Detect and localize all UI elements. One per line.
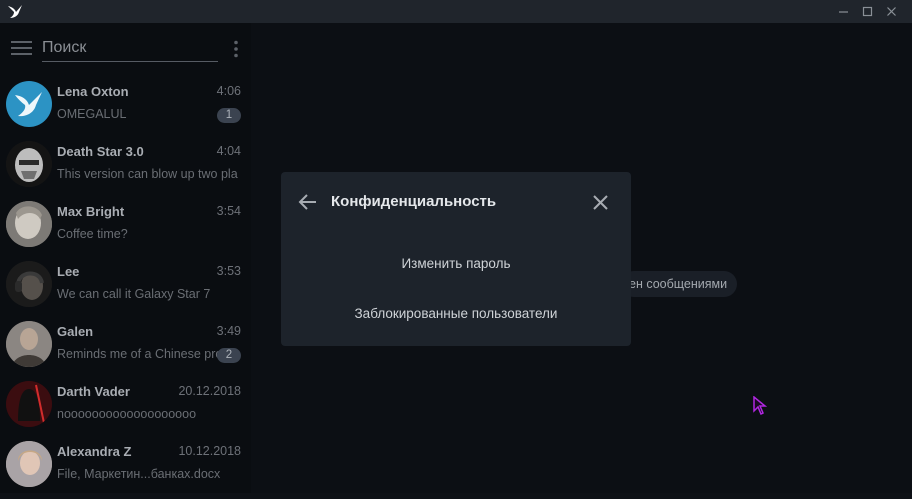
statue-icon	[6, 201, 52, 247]
chat-time: 3:49	[216, 324, 241, 338]
chat-name: Alexandra Z	[57, 444, 132, 459]
chat-preview: Reminds me of a Chinese pro	[57, 347, 223, 361]
man-avatar	[6, 321, 52, 367]
chat-time: 3:53	[216, 264, 241, 278]
dialog-title: Конфиденциальность	[331, 193, 497, 210]
chat-time: 3:54	[216, 204, 241, 218]
privacy-dialog: Конфиденциальность Изменить пароль Забло…	[281, 172, 631, 346]
chat-name: Darth Vader	[57, 384, 130, 399]
chat-item-max-bright[interactable]: Max Bright 3:54 Coffee time?	[0, 199, 251, 259]
chat-name: Lena Oxton	[57, 84, 129, 99]
chat-preview: Coffee time?	[57, 227, 128, 241]
mouse-cursor-icon	[753, 396, 767, 415]
chat-item-alexandra-z[interactable]: Alexandra Z 10.12.2018 File, Маркетин...…	[0, 439, 251, 499]
chat-preview: File, Маркетин...банках.docx	[57, 467, 221, 481]
girl-avatar	[6, 441, 52, 487]
change-password-option[interactable]: Изменить пароль	[281, 246, 631, 282]
chat-item-galen[interactable]: Galen 3:49 Reminds me of a Chinese pro 2	[0, 319, 251, 379]
app-logo-icon	[8, 5, 22, 18]
swallow-icon	[15, 92, 42, 117]
statue-avatar	[6, 201, 52, 247]
swallow-logo-avatar	[6, 81, 52, 127]
hamburger-menu-icon[interactable]	[11, 40, 33, 56]
chat-item-lena-oxton[interactable]: Lena Oxton 4:06 OMEGALUL 1	[0, 79, 251, 139]
death-star-avatar	[6, 141, 52, 187]
chat-name: Max Bright	[57, 204, 125, 219]
chat-list: Lena Oxton 4:06 OMEGALUL 1 Death Star 3.…	[0, 79, 251, 499]
title-bar	[0, 0, 912, 23]
man-icon	[6, 321, 52, 367]
chat-preview: We can call it Galaxy Star 7	[57, 287, 211, 301]
back-arrow-icon[interactable]	[298, 193, 318, 211]
chat-preview: This version can blow up two pla	[57, 167, 238, 181]
headphones-avatar	[6, 261, 52, 307]
service-message: ен сообщениями	[621, 271, 738, 297]
search-input[interactable]	[42, 35, 218, 62]
chat-item-lee[interactable]: Lee 3:53 We can call it Galaxy Star 7	[0, 259, 251, 319]
chat-item-darth-vader[interactable]: Darth Vader 20.12.2018 noooooooooooooooo…	[0, 379, 251, 439]
unread-badge: 2	[217, 348, 241, 363]
close-icon[interactable]	[592, 194, 609, 211]
minimize-button[interactable]	[830, 0, 857, 23]
close-window-icon	[887, 7, 896, 16]
minimize-icon	[839, 11, 848, 13]
blocked-users-option[interactable]: Заблокированные пользователи	[281, 296, 631, 332]
chat-preview: nooooooooooooooooooo	[57, 407, 197, 421]
sidebar-header	[0, 23, 251, 79]
chat-name: Galen	[57, 324, 94, 339]
chat-name: Lee	[57, 264, 80, 279]
sidebar: Lena Oxton 4:06 OMEGALUL 1 Death Star 3.…	[0, 23, 251, 493]
unread-badge: 1	[217, 108, 241, 123]
chat-item-death-star[interactable]: Death Star 3.0 4:04 This version can blo…	[0, 139, 251, 199]
maximize-icon	[862, 6, 873, 17]
chat-time: 4:06	[216, 84, 241, 98]
chat-name: Death Star 3.0	[57, 144, 144, 159]
more-options-icon[interactable]	[232, 40, 240, 58]
chat-time: 10.12.2018	[178, 444, 241, 458]
chat-time: 4:04	[216, 144, 241, 158]
chat-preview: OMEGALUL	[57, 107, 127, 121]
girl-icon	[6, 441, 52, 487]
close-window-button[interactable]	[878, 0, 905, 23]
headphones-icon	[6, 261, 52, 307]
helmet-icon	[6, 141, 52, 187]
vader-icon	[6, 381, 52, 427]
chat-time: 20.12.2018	[178, 384, 241, 398]
vader-avatar	[6, 381, 52, 427]
maximize-button[interactable]	[854, 0, 881, 23]
